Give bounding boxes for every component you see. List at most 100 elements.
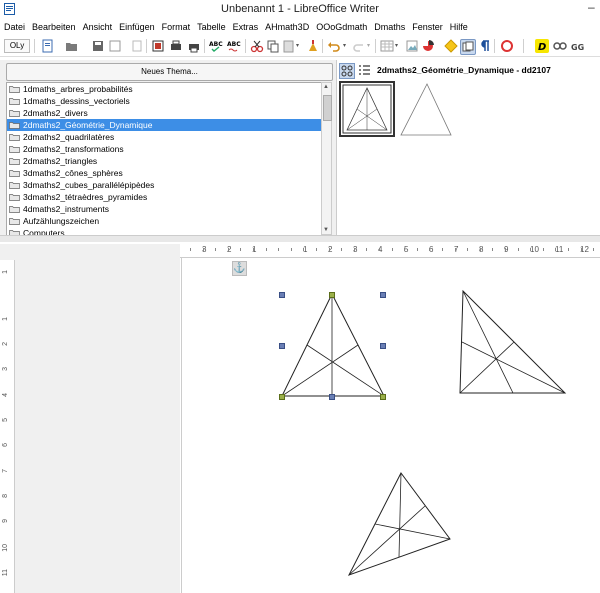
ruler-tick: [404, 248, 405, 251]
menu-hilfe[interactable]: Hilfe: [450, 22, 468, 32]
toolbar-separator: [204, 39, 205, 53]
minimize-icon[interactable]: –: [588, 0, 595, 14]
autospell-icon[interactable]: ABC: [227, 39, 241, 53]
ruler-tick: [354, 248, 355, 251]
open-icon[interactable]: [65, 39, 79, 53]
style-selector[interactable]: OLy: [4, 39, 30, 53]
theme-list-item[interactable]: 3dmaths2_cônes_sphères: [7, 167, 322, 179]
menu-dmaths[interactable]: Dmaths: [374, 22, 405, 32]
theme-list-item[interactable]: 3dmaths2_cubes_parallélépipèdes: [7, 179, 322, 191]
triangle-drawing-bottom[interactable]: [347, 472, 451, 576]
formatting-marks-icon[interactable]: [477, 39, 491, 53]
spellcheck-icon[interactable]: ABC: [209, 39, 223, 53]
theme-list-item[interactable]: 2dmaths2_Géométrie_Dynamique: [7, 119, 322, 131]
selection-handle[interactable]: [380, 394, 386, 400]
undo-dropdown-icon[interactable]: ▾: [343, 39, 349, 53]
link-icon[interactable]: [553, 39, 567, 53]
paste-dropdown-icon[interactable]: ▾: [296, 39, 302, 53]
theme-name: 2dmaths2_divers: [23, 108, 88, 118]
redo-icon[interactable]: [352, 39, 366, 53]
theme-list[interactable]: 1dmaths_arbres_probabilités 1dmaths_dessi…: [6, 82, 323, 237]
new-theme-button[interactable]: Neues Thema...: [6, 63, 333, 81]
gallery-item-triangle-medians[interactable]: [339, 81, 395, 137]
new-document-icon[interactable]: [41, 39, 55, 53]
theme-list-scrollbar[interactable]: ▲ ▼: [321, 82, 332, 235]
selection-handle[interactable]: [380, 292, 386, 298]
ruler-tick: [240, 248, 241, 251]
table-dropdown-icon[interactable]: ▾: [395, 39, 401, 53]
detailed-view-icon[interactable]: [357, 63, 371, 77]
menu-ansicht[interactable]: Ansicht: [83, 22, 113, 32]
theme-list-item[interactable]: 2dmaths2_triangles: [7, 155, 322, 167]
dmaths-icon[interactable]: D: [535, 39, 549, 53]
menu-ooogdmath[interactable]: OOoGdmath: [316, 22, 367, 32]
pdf-icon[interactable]: [151, 39, 165, 53]
theme-list-item[interactable]: 1dmaths_dessins_vectoriels: [7, 95, 322, 107]
ruler-tick: [480, 248, 481, 251]
theme-list-item[interactable]: Aufzählungszeichen: [7, 215, 322, 227]
undo-icon[interactable]: [327, 39, 341, 53]
help-icon[interactable]: [500, 39, 514, 53]
document-page[interactable]: [181, 258, 600, 593]
selection-handle[interactable]: [279, 394, 285, 400]
selection-handle[interactable]: [380, 343, 386, 349]
selection-handle[interactable]: [329, 394, 335, 400]
cut-icon[interactable]: [250, 39, 264, 53]
ruler-tick: [581, 248, 582, 251]
ruler-label: 5: [2, 418, 9, 422]
ruler-label: 7: [2, 469, 9, 473]
theme-name: 1dmaths_dessins_vectoriels: [23, 96, 130, 106]
ruler-label: 6: [2, 443, 9, 447]
print-direct-icon[interactable]: [187, 39, 201, 53]
theme-list-item[interactable]: 2dmaths2_divers: [7, 107, 322, 119]
selection-handle[interactable]: [279, 292, 285, 298]
scroll-up-icon[interactable]: ▲: [323, 84, 329, 90]
ruler-tick: [417, 248, 418, 251]
navigator-icon[interactable]: [444, 39, 458, 53]
selection-handle[interactable]: [279, 343, 285, 349]
gallery-icon[interactable]: [460, 39, 476, 55]
horizontal-ruler[interactable]: 3 2 1 1 2 3 4 5 6 7 8 9 10 11 12: [180, 244, 600, 258]
table-icon[interactable]: [380, 39, 394, 53]
print-icon[interactable]: [130, 39, 144, 53]
menu-tabelle[interactable]: Tabelle: [197, 22, 226, 32]
theme-list-item[interactable]: 1dmaths_arbres_probabilités: [7, 83, 322, 95]
scrollbar-thumb[interactable]: [323, 95, 332, 121]
theme-list-item[interactable]: 4dmaths2_instruments: [7, 203, 322, 215]
copy-icon[interactable]: [266, 39, 280, 53]
print-preview-icon[interactable]: [169, 39, 183, 53]
ruler-tick: [303, 248, 304, 251]
chart-icon[interactable]: [421, 39, 435, 53]
selection-handle[interactable]: [329, 292, 335, 298]
menu-bearbeiten[interactable]: Bearbeiten: [32, 22, 76, 32]
scroll-down-icon[interactable]: ▼: [323, 227, 329, 233]
icon-view-icon[interactable]: [339, 63, 355, 79]
ruler-tick: [329, 248, 330, 251]
menu-einf-gen[interactable]: Einfügen: [119, 22, 155, 32]
menu-ahmath3d[interactable]: AHmath3D: [265, 22, 309, 32]
ruler-tick: [593, 248, 594, 251]
toolbar-separator: [245, 39, 246, 53]
export-icon[interactable]: [108, 39, 122, 53]
theme-list-item[interactable]: 3dmaths2_tétraèdres_pyramides: [7, 191, 322, 203]
ruler-tick: [215, 248, 216, 251]
gallery-splitter[interactable]: [0, 235, 600, 242]
paste-icon[interactable]: [282, 39, 296, 53]
triangle-drawing-right[interactable]: [459, 289, 567, 394]
redo-dropdown-icon[interactable]: ▾: [367, 39, 373, 53]
image-icon[interactable]: [405, 39, 419, 53]
save-icon[interactable]: [91, 39, 105, 53]
clone-format-icon[interactable]: [306, 39, 320, 53]
theme-list-item[interactable]: 2dmaths2_transformations: [7, 143, 322, 155]
oogdmath-icon[interactable]: GG: [571, 39, 585, 53]
folder-icon: [9, 145, 20, 153]
selected-triangle-drawing[interactable]: [281, 292, 385, 397]
menu-format[interactable]: Format: [162, 22, 191, 32]
menu-extras[interactable]: Extras: [233, 22, 259, 32]
gallery-item-triangle[interactable]: [397, 81, 453, 137]
theme-list-item[interactable]: 2dmaths2_quadrilatères: [7, 131, 322, 143]
vertical-ruler[interactable]: 1 1 2 3 4 5 6 7 8 9 10 11: [0, 260, 15, 593]
anchor-icon[interactable]: ⚓: [232, 261, 247, 276]
menu-datei[interactable]: Datei: [4, 22, 25, 32]
menu-fenster[interactable]: Fenster: [412, 22, 443, 32]
